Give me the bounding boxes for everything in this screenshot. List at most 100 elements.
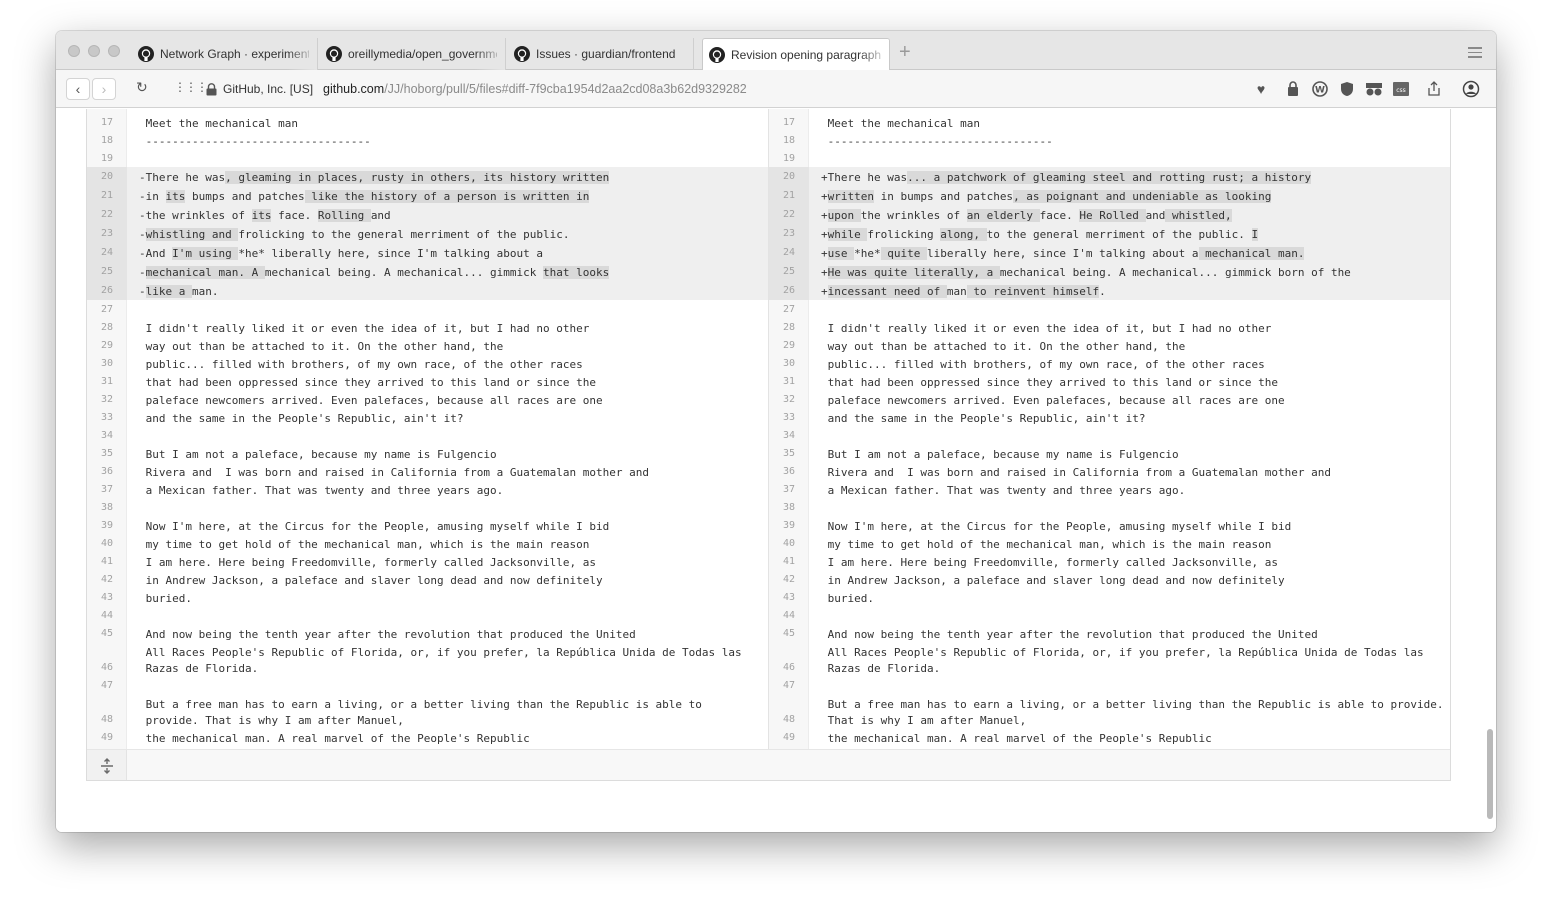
line-number[interactable]: 19 [87, 149, 127, 167]
line-number[interactable]: 22 [769, 205, 809, 224]
line-number[interactable]: 17 [87, 113, 127, 131]
zoom-window-button[interactable] [108, 45, 120, 57]
line-number[interactable]: 29 [769, 336, 809, 354]
line-number[interactable]: 48 [769, 694, 809, 728]
line-number[interactable]: 31 [769, 372, 809, 390]
line-number[interactable]: 49 [87, 728, 127, 746]
line-number[interactable]: 28 [87, 318, 127, 336]
line-number[interactable]: 22 [87, 205, 127, 224]
line-number[interactable]: 36 [769, 462, 809, 480]
line-number[interactable]: 33 [87, 408, 127, 426]
extension-lock-icon[interactable] [1284, 80, 1302, 98]
diff-line: 45 And now being the tenth year after th… [769, 624, 1450, 642]
account-icon[interactable] [1462, 80, 1480, 98]
line-number[interactable]: 28 [769, 318, 809, 336]
line-number[interactable]: 27 [87, 300, 127, 318]
line-number[interactable]: 38 [87, 498, 127, 516]
diff-line: 21 +written in bumps and patches, as poig… [769, 186, 1450, 205]
line-number[interactable]: 35 [87, 444, 127, 462]
line-number[interactable]: 20 [769, 167, 809, 186]
line-code: that had been oppressed since they arriv… [139, 376, 596, 389]
tab-open-government[interactable]: oreillymedia/open_governme [320, 38, 506, 70]
line-number[interactable]: 30 [87, 354, 127, 372]
line-number[interactable]: 18 [769, 131, 809, 149]
line-number[interactable]: 44 [769, 606, 809, 624]
vertical-scrollbar[interactable] [1487, 729, 1493, 819]
line-number[interactable]: 42 [769, 570, 809, 588]
tab-revision-opening-paragraph[interactable]: Revision opening paragraph b [702, 38, 890, 71]
diff-line: 47 [87, 676, 768, 694]
line-number[interactable]: 26 [87, 281, 127, 300]
line-number[interactable]: 43 [769, 588, 809, 606]
expand-lines-button[interactable] [87, 750, 127, 780]
line-number[interactable]: 34 [87, 426, 127, 444]
line-number[interactable]: 47 [769, 676, 809, 694]
glasses-icon[interactable] [1365, 80, 1383, 98]
close-window-button[interactable] [68, 45, 80, 57]
line-number[interactable]: 24 [769, 243, 809, 262]
diff-line: 36 Rivera and I was born and raised in C… [87, 462, 768, 480]
github-icon [514, 46, 530, 62]
line-number[interactable]: 48 [87, 694, 127, 728]
line-number[interactable]: 19 [769, 149, 809, 167]
line-number[interactable]: 45 [769, 624, 809, 642]
line-number[interactable]: 47 [87, 676, 127, 694]
line-code: +upon the wrinkles of an elderly face. H… [821, 209, 1232, 222]
line-number[interactable]: 41 [769, 552, 809, 570]
line-number[interactable]: 40 [87, 534, 127, 552]
line-number[interactable]: 17 [769, 113, 809, 131]
line-number[interactable]: 32 [87, 390, 127, 408]
url-host: github.com [323, 82, 385, 96]
shield-icon[interactable] [1338, 80, 1356, 98]
line-number[interactable]: 27 [769, 300, 809, 318]
line-number[interactable]: 23 [87, 224, 127, 243]
line-code: But I am not a paleface, because my name… [821, 448, 1179, 461]
line-number[interactable]: 41 [87, 552, 127, 570]
tab-overview-icon[interactable] [1468, 47, 1482, 61]
line-number[interactable]: 23 [769, 224, 809, 243]
line-number[interactable]: 42 [87, 570, 127, 588]
line-number[interactable]: 21 [87, 186, 127, 205]
line-number[interactable]: 37 [769, 480, 809, 498]
line-number[interactable]: 21 [769, 186, 809, 205]
line-number[interactable]: 33 [769, 408, 809, 426]
tab-issues[interactable]: Issues · guardian/frontend [508, 38, 694, 70]
line-number[interactable]: 31 [87, 372, 127, 390]
line-number[interactable]: 46 [87, 642, 127, 676]
new-tab-button[interactable]: + [899, 42, 911, 62]
css-icon[interactable]: css [1392, 80, 1410, 98]
line-number[interactable]: 32 [769, 390, 809, 408]
line-number[interactable]: 49 [769, 728, 809, 746]
tab-network-graph[interactable]: Network Graph · experimenta [132, 38, 318, 70]
line-number[interactable]: 45 [87, 624, 127, 642]
back-button[interactable]: ‹ [66, 78, 90, 100]
heart-icon[interactable]: ♥ [1252, 80, 1270, 98]
wordpress-icon[interactable]: W [1311, 80, 1329, 98]
minimize-window-button[interactable] [88, 45, 100, 57]
line-number[interactable]: 40 [769, 534, 809, 552]
line-code: ---------------------------------- [821, 135, 1053, 148]
line-number[interactable]: 29 [87, 336, 127, 354]
line-number[interactable]: 36 [87, 462, 127, 480]
line-number[interactable]: 44 [87, 606, 127, 624]
apps-grid-icon[interactable]: ⋮⋮⋮ [174, 80, 208, 94]
line-number[interactable]: 39 [87, 516, 127, 534]
line-number[interactable]: 35 [769, 444, 809, 462]
line-number[interactable]: 37 [87, 480, 127, 498]
line-number[interactable]: 25 [87, 262, 127, 281]
forward-button[interactable]: › [92, 78, 116, 100]
line-number[interactable]: 24 [87, 243, 127, 262]
line-number[interactable]: 46 [769, 642, 809, 676]
line-number[interactable]: 38 [769, 498, 809, 516]
share-icon[interactable] [1425, 80, 1443, 98]
line-number[interactable]: 20 [87, 167, 127, 186]
line-number[interactable]: 39 [769, 516, 809, 534]
line-number[interactable]: 18 [87, 131, 127, 149]
reload-icon[interactable]: ↻ [136, 79, 148, 96]
line-number[interactable]: 34 [769, 426, 809, 444]
line-number[interactable]: 26 [769, 281, 809, 300]
line-number[interactable]: 25 [769, 262, 809, 281]
line-number[interactable]: 43 [87, 588, 127, 606]
url-bar[interactable]: GitHub, Inc. [US] github.com/JJ/hoborg/p… [206, 77, 1236, 101]
line-number[interactable]: 30 [769, 354, 809, 372]
